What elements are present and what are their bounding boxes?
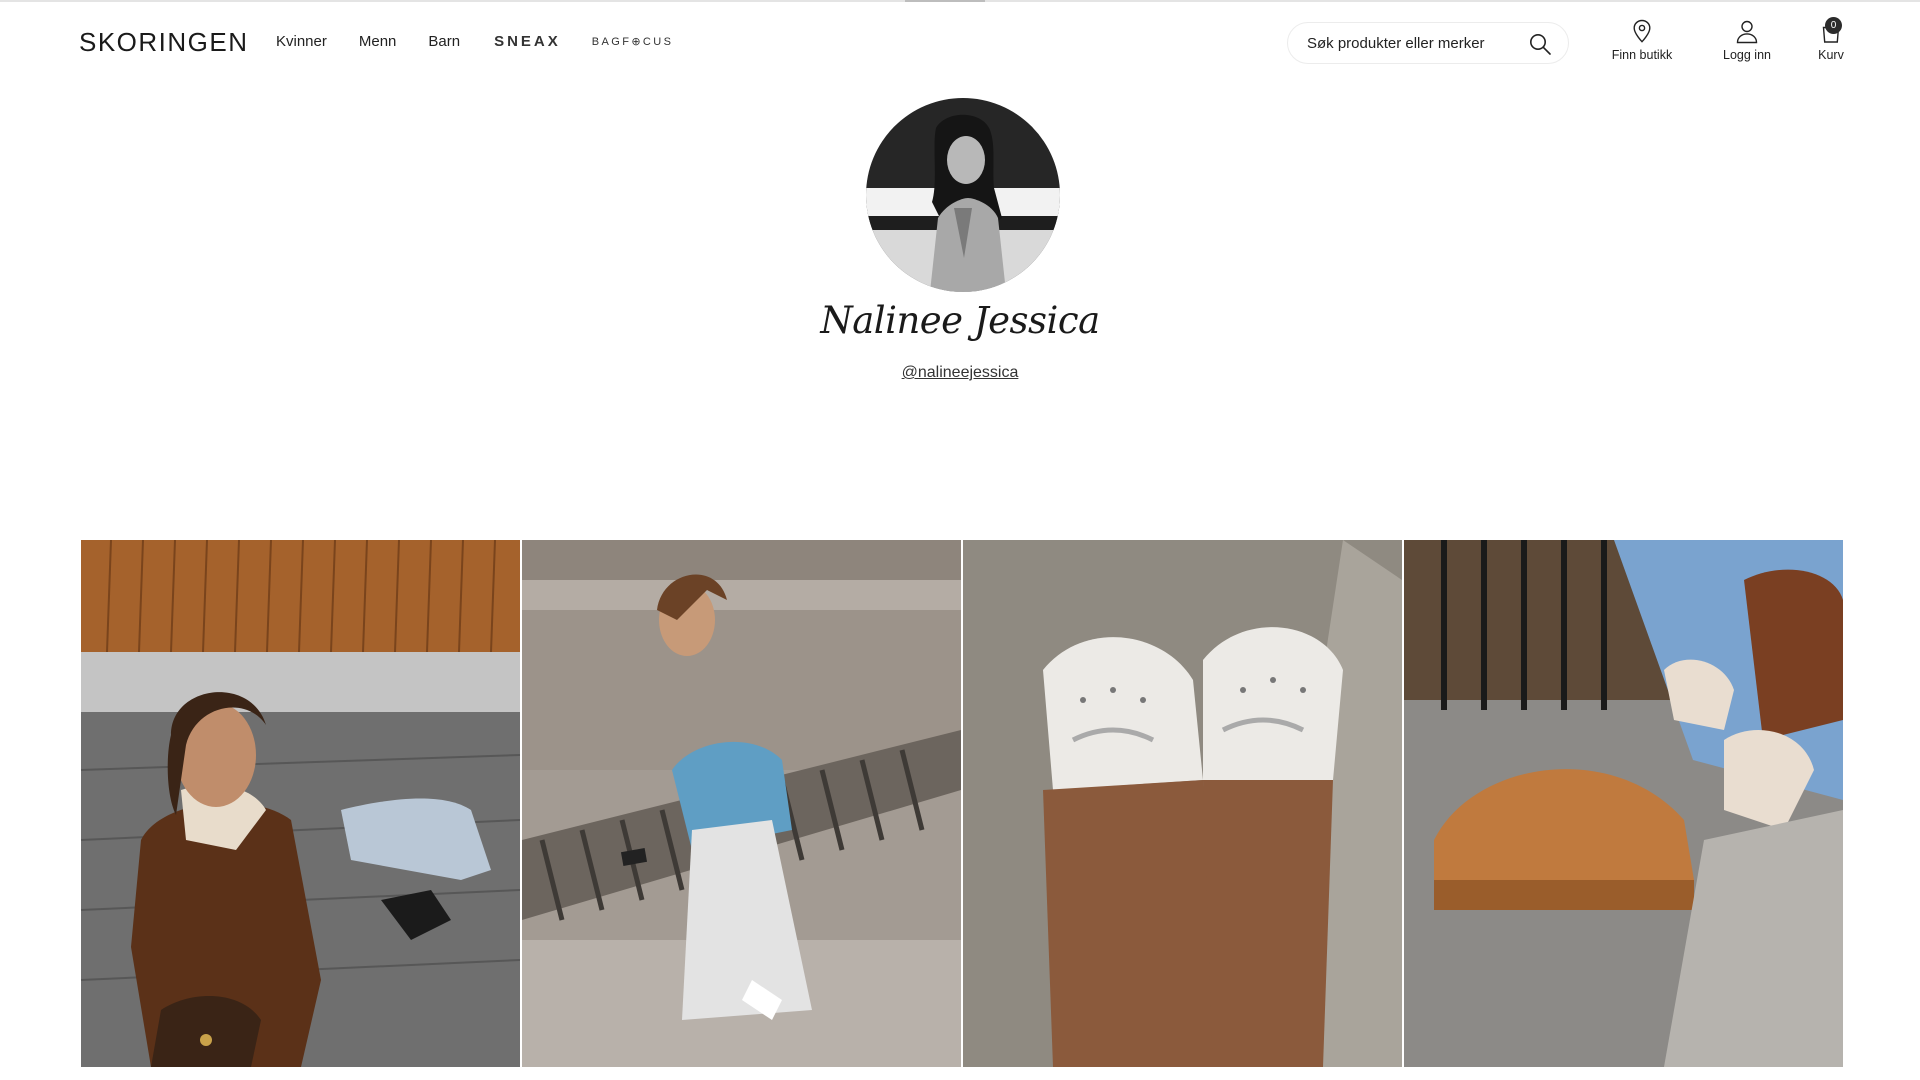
find-store-label: Finn butikk — [1611, 48, 1673, 62]
find-store-button[interactable]: Finn butikk — [1607, 18, 1677, 62]
search-icon[interactable] — [1528, 32, 1552, 56]
search-box[interactable] — [1287, 22, 1569, 64]
login-button[interactable]: Logg inn — [1712, 18, 1782, 62]
cart-label: Kurv — [1818, 48, 1844, 62]
gallery-photo-3[interactable] — [963, 540, 1402, 1067]
profile-handle-link[interactable]: @nalineejessica — [0, 364, 1920, 382]
gallery-photo-4[interactable] — [1404, 540, 1843, 1067]
site-header: SKORINGEN Kvinner Menn Barn SNEAX BAGF⊕C… — [0, 0, 1920, 90]
cart-count-badge: 0 — [1825, 17, 1842, 34]
nav-item-menn[interactable]: Menn — [359, 33, 397, 50]
nav-brand-sneax[interactable]: SNEAX — [494, 33, 561, 50]
photo-gallery — [81, 540, 1845, 1067]
profile-name: Nalinee Jessica — [820, 299, 1100, 342]
search-input[interactable] — [1307, 34, 1517, 52]
profile-handle-text[interactable]: @nalineejessica — [902, 364, 1019, 381]
location-pin-icon — [1633, 19, 1651, 43]
cart-icon-wrap: 0 — [1818, 17, 1844, 44]
gallery-photo-1[interactable] — [81, 540, 520, 1067]
main-nav: Kvinner Menn Barn SNEAX BAGF⊕CUS — [276, 33, 673, 50]
login-label: Logg inn — [1723, 48, 1771, 62]
cart-button[interactable]: 0 Kurv — [1803, 17, 1859, 62]
profile-avatar — [866, 98, 1060, 292]
nav-item-barn[interactable]: Barn — [428, 33, 460, 50]
gallery-photo-2[interactable] — [522, 540, 961, 1067]
nav-item-kvinner[interactable]: Kvinner — [276, 33, 327, 50]
nav-brand-bagfocus[interactable]: BAGF⊕CUS — [592, 35, 674, 48]
site-logo[interactable]: SKORINGEN — [79, 27, 249, 58]
user-icon — [1736, 20, 1758, 44]
